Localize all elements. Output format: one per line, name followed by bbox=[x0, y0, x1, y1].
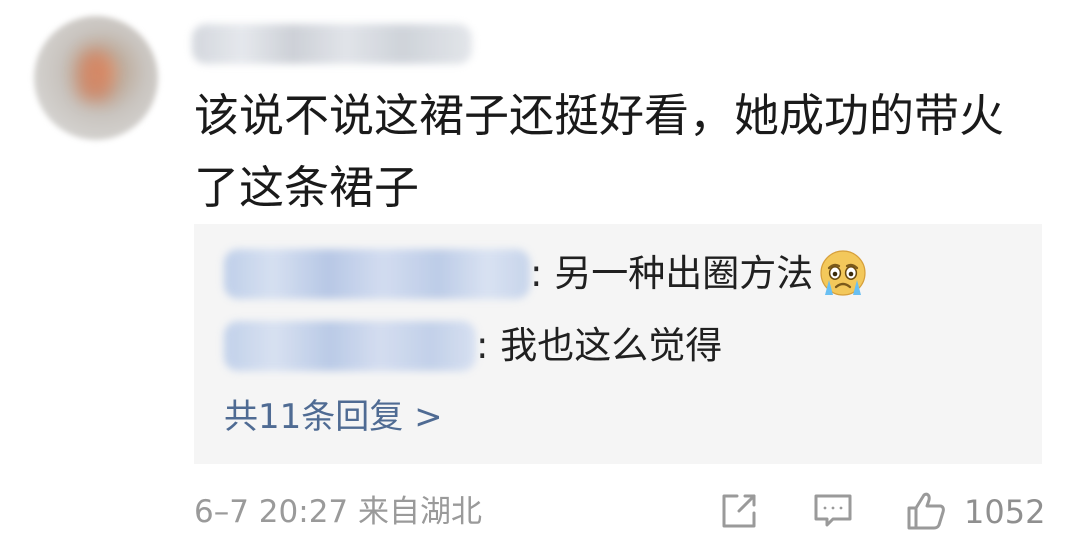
comment-meta: 6–7 20:27 来自湖北 bbox=[194, 494, 482, 530]
reply-username-blurred[interactable] bbox=[224, 249, 530, 299]
reply-text: : 另一种出圈方法 bbox=[530, 252, 814, 295]
reply-username-blurred[interactable] bbox=[224, 321, 476, 371]
reply-item[interactable]: : 另一种出圈方法 bbox=[194, 244, 869, 304]
reply-preview[interactable]: : 另一种出圈方法 : 我也这么觉得 共11条回复 > bbox=[194, 224, 1042, 464]
username-blurred[interactable] bbox=[192, 24, 472, 64]
comment-text: 该说不说这裙子还挺好看，她成功的带火了这条裙子 bbox=[194, 89, 1005, 214]
avatar-detail bbox=[78, 50, 112, 100]
comment-icon[interactable] bbox=[810, 488, 856, 534]
share-icon[interactable] bbox=[716, 488, 762, 534]
like-count: 1052 bbox=[964, 493, 1046, 531]
crying-face-icon bbox=[817, 248, 869, 300]
reply-text: : 我也这么觉得 bbox=[476, 324, 723, 367]
view-all-replies-link[interactable]: 共11条回复 > bbox=[224, 392, 443, 442]
thumbs-up-icon[interactable] bbox=[903, 488, 949, 534]
reply-item[interactable]: : 我也这么觉得 bbox=[194, 316, 722, 376]
